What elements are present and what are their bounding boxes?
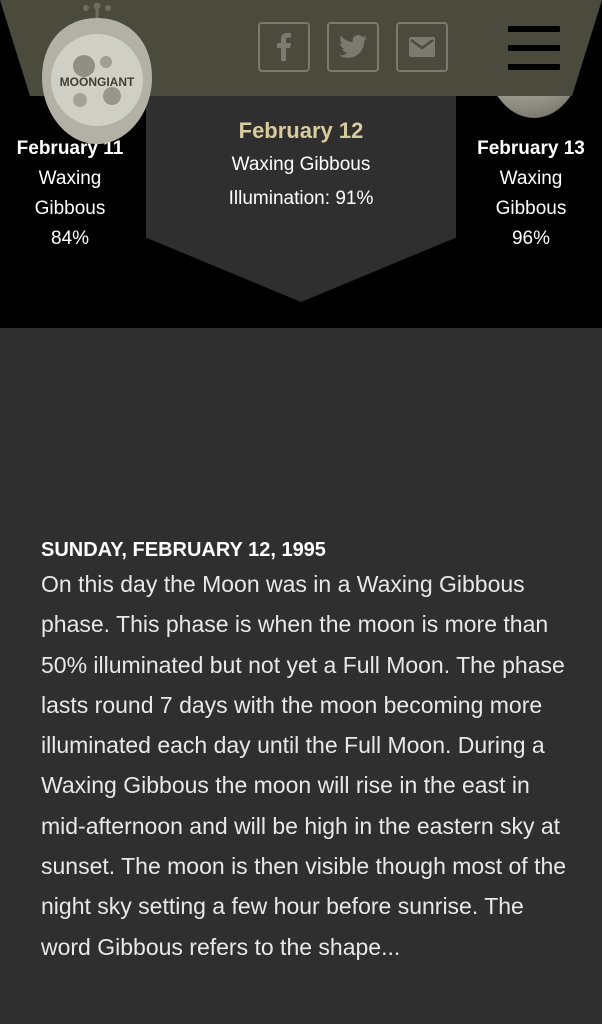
facebook-icon: [277, 33, 291, 61]
current-day-phase: Waxing Gibbous: [231, 154, 371, 175]
logo-text: MOONGIANT: [60, 75, 135, 89]
article-heading: SUNDAY, FEBRUARY 12, 1995: [41, 539, 326, 561]
twitter-icon: [339, 35, 367, 58]
current-day-illumination: 91%: [335, 188, 374, 209]
prev-day-phase-line2: Gibbous: [34, 198, 106, 219]
current-day-date: February 12: [238, 118, 364, 143]
next-day[interactable]: February 13 Waxing Gibbous 96%: [460, 134, 602, 254]
moongiant-logo[interactable]: MOONGIANT: [36, 0, 158, 146]
mail-icon: [409, 37, 435, 57]
prev-day[interactable]: February 11 Waxing Gibbous 84%: [0, 134, 140, 254]
prev-day-illumination: 84%: [50, 228, 90, 249]
next-day-phase-line2: Gibbous: [495, 198, 567, 219]
current-day-illumination-label: Illumination:: [228, 188, 331, 209]
current-day-illumination-row: Illumination: 91%: [146, 182, 456, 216]
twitter-share-button[interactable]: [327, 22, 379, 72]
hamburger-menu-icon[interactable]: [508, 26, 560, 70]
facebook-share-button[interactable]: [258, 22, 310, 72]
article-body: On this day the Moon was in a Waxing Gib…: [41, 571, 567, 960]
current-day: February 12 Waxing Gibbous Illumination:…: [146, 114, 456, 216]
next-day-illumination: 96%: [511, 228, 551, 249]
next-day-date: February 13: [477, 138, 585, 159]
next-day-phase-line1: Waxing: [499, 168, 563, 189]
prev-day-phase-line1: Waxing: [38, 168, 102, 189]
moon-carousel: February 11 Waxing Gibbous 84% February …: [0, 0, 602, 328]
email-share-button[interactable]: [396, 22, 448, 72]
day-article: SUNDAY, FEBRUARY 12, 1995 On this day th…: [41, 536, 571, 967]
